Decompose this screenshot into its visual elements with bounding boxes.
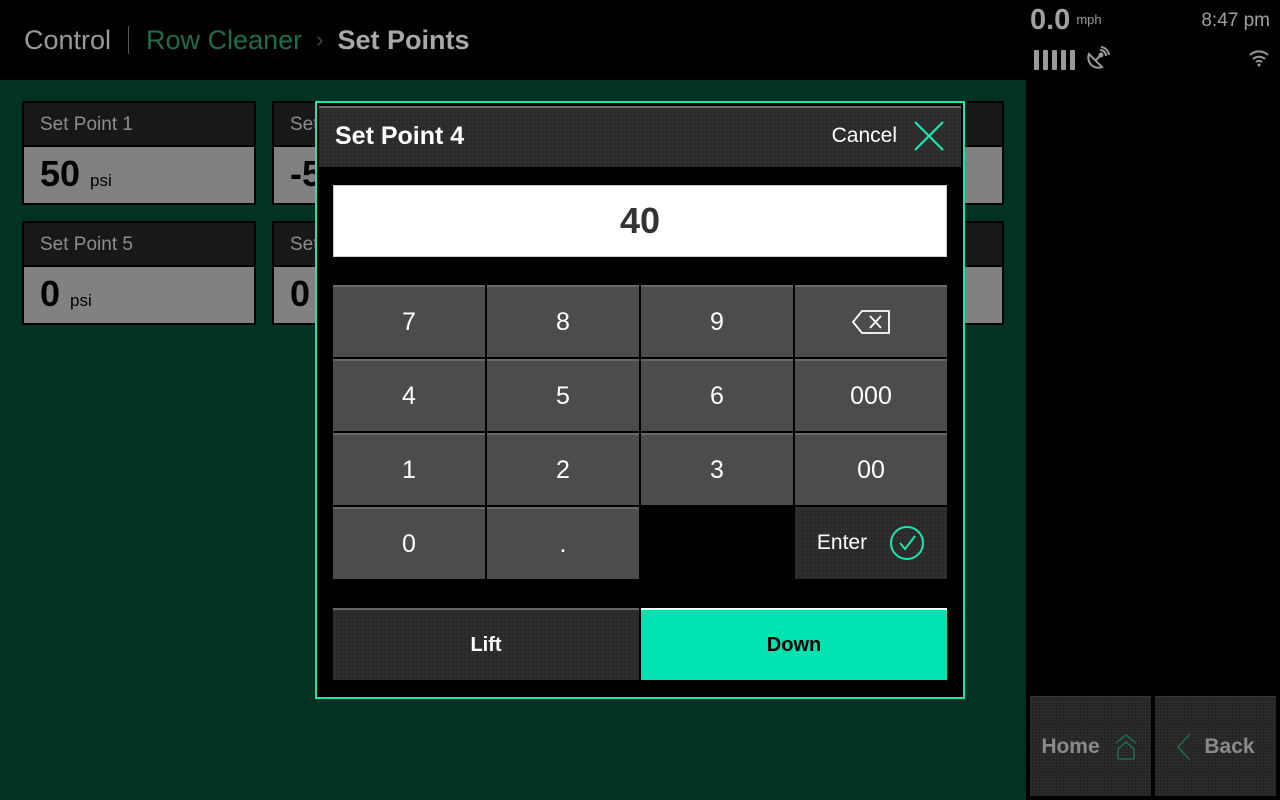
key-decimal[interactable]: . [487, 507, 639, 579]
keypad-blank [641, 507, 793, 579]
cancel-button[interactable]: Cancel [832, 120, 945, 152]
breadcrumb-current: Set Points [337, 24, 470, 55]
mode-toggle: Lift Down [333, 608, 947, 680]
signal-bars-icon [1034, 50, 1075, 70]
back-label: Back [1204, 734, 1255, 758]
breadcrumb-control[interactable]: Control [24, 25, 111, 56]
back-button[interactable]: Back [1155, 696, 1276, 796]
speed-unit: mph [1076, 12, 1102, 27]
set-point-unit: psi [70, 291, 92, 310]
dialog-title: Set Point 4 [335, 122, 465, 150]
key-9[interactable]: 9 [641, 285, 793, 357]
status-panel: 0.0 mph 8:47 pm [1026, 0, 1280, 800]
set-point-value: 0 [40, 273, 61, 314]
set-point-card-1[interactable]: Set Point 1 50 psi [22, 101, 256, 205]
speed-value: 0.0 [1030, 4, 1071, 36]
key-7[interactable]: 7 [333, 285, 485, 357]
key-4[interactable]: 4 [333, 359, 485, 431]
chevron-left-icon [1177, 732, 1191, 761]
key-0[interactable]: 0 [333, 507, 485, 579]
set-point-value-box: 0 psi [24, 267, 254, 323]
enter-button[interactable]: Enter [795, 507, 947, 579]
dialog-header: Set Point 4 Cancel [319, 106, 961, 167]
down-button[interactable]: Down [641, 608, 947, 680]
home-icon [1115, 733, 1137, 760]
speed-readout: 0.0 mph [1030, 4, 1102, 37]
header-bar: Control Row Cleaner › Set Points [0, 0, 1026, 80]
key-3[interactable]: 3 [641, 433, 793, 505]
set-point-card-5[interactable]: Set Point 5 0 psi [22, 221, 256, 325]
set-point-value-box: 50 psi [24, 147, 254, 203]
set-point-label: Set Point 1 [24, 103, 254, 145]
breadcrumb-row-cleaner[interactable]: Row Cleaner [146, 25, 302, 56]
backspace-icon [851, 310, 890, 334]
cancel-label: Cancel [831, 124, 897, 147]
chevron-right-icon: › [316, 27, 324, 52]
key-1[interactable]: 1 [333, 433, 485, 505]
numeric-keypad: 7 8 9 4 5 6 000 1 2 3 00 0 . Enter [333, 285, 947, 579]
value-input[interactable]: 40 [333, 185, 947, 257]
wifi-icon [1249, 50, 1269, 67]
breadcrumb-divider [128, 26, 130, 54]
close-icon [914, 121, 944, 151]
check-circle-icon [890, 526, 925, 560]
key-000[interactable]: 000 [795, 359, 947, 431]
key-8[interactable]: 8 [487, 285, 639, 357]
set-point-label: Set Point 5 [24, 223, 254, 265]
key-00[interactable]: 00 [795, 433, 947, 505]
key-2[interactable]: 2 [487, 433, 639, 505]
set-point-value: 50 [40, 153, 81, 194]
enter-label: Enter [816, 531, 868, 554]
set-point-dialog: Set Point 4 Cancel 40 7 8 9 4 5 6 000 1 … [315, 101, 965, 699]
satellite-icon [1087, 46, 1110, 69]
lift-button[interactable]: Lift [333, 608, 639, 680]
home-label: Home [1041, 734, 1100, 758]
home-button[interactable]: Home [1030, 696, 1151, 796]
set-point-value: 0 [290, 273, 311, 314]
key-5[interactable]: 5 [487, 359, 639, 431]
breadcrumb: Control Row Cleaner › Set Points [24, 22, 469, 58]
set-point-unit: psi [90, 171, 112, 190]
backspace-button[interactable] [795, 285, 947, 357]
key-6[interactable]: 6 [641, 359, 793, 431]
clock: 8:47 pm [1201, 10, 1270, 31]
